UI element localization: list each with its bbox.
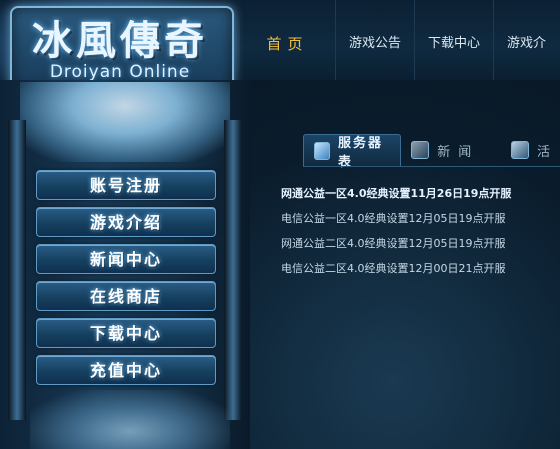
menu-recharge-button[interactable]: 充值中心	[36, 355, 216, 385]
content-tabs: 服务器表 新闻 活	[303, 134, 560, 170]
list-item[interactable]: 网通公益一区4.0经典设置11月26日19点开服	[281, 186, 560, 211]
server-icon	[314, 141, 330, 160]
logo-title-en: Droiyan Online	[49, 62, 191, 82]
menu-game-intro-button[interactable]: 游戏介绍	[36, 207, 216, 237]
menu-shop-button[interactable]: 在线商店	[36, 281, 216, 311]
tab-server-list-label: 服务器表	[337, 135, 383, 170]
menu-register-button[interactable]: 账号注册	[36, 170, 216, 200]
nav-download[interactable]: 下载中心	[414, 0, 493, 80]
tab-activity-label: 活	[536, 144, 550, 160]
server-list: 网通公益一区4.0经典设置11月26日19点开服 电信公益一区4.0经典设置12…	[281, 186, 560, 286]
tab-news-label: 新闻	[437, 144, 480, 160]
list-item[interactable]: 电信公益一区4.0经典设置12月05日19点开服	[281, 211, 560, 236]
list-item[interactable]: 电信公益二区4.0经典设置12月00日21点开服	[281, 261, 560, 286]
main-nav: 首页 游戏公告 下载中心 游戏介	[240, 0, 559, 80]
list-item[interactable]: 网通公益二区4.0经典设置12月05日19点开服	[281, 236, 560, 261]
menu-news-button[interactable]: 新闻中心	[36, 244, 216, 274]
tab-divider	[303, 166, 560, 167]
ice-decoration-top	[20, 82, 230, 162]
tab-news[interactable]: 新闻	[401, 134, 501, 166]
news-icon	[411, 141, 430, 159]
ice-decoration-bottom	[30, 390, 230, 449]
tab-activity[interactable]: 活	[501, 134, 560, 166]
left-pillar-decoration	[8, 120, 26, 420]
menu-download-button[interactable]: 下载中心	[36, 318, 216, 348]
nav-home[interactable]: 首页	[240, 0, 335, 80]
nav-game-intro[interactable]: 游戏介	[493, 0, 559, 80]
nav-announcements[interactable]: 游戏公告	[335, 0, 414, 80]
side-menu: 账号注册 游戏介绍 新闻中心 在线商店 下载中心 充值中心	[36, 170, 216, 392]
right-pillar-decoration	[224, 120, 242, 420]
activity-icon	[510, 141, 529, 159]
tab-server-list[interactable]: 服务器表	[303, 134, 402, 170]
logo-title-cn[interactable]: 冰風傳奇	[20, 8, 220, 66]
